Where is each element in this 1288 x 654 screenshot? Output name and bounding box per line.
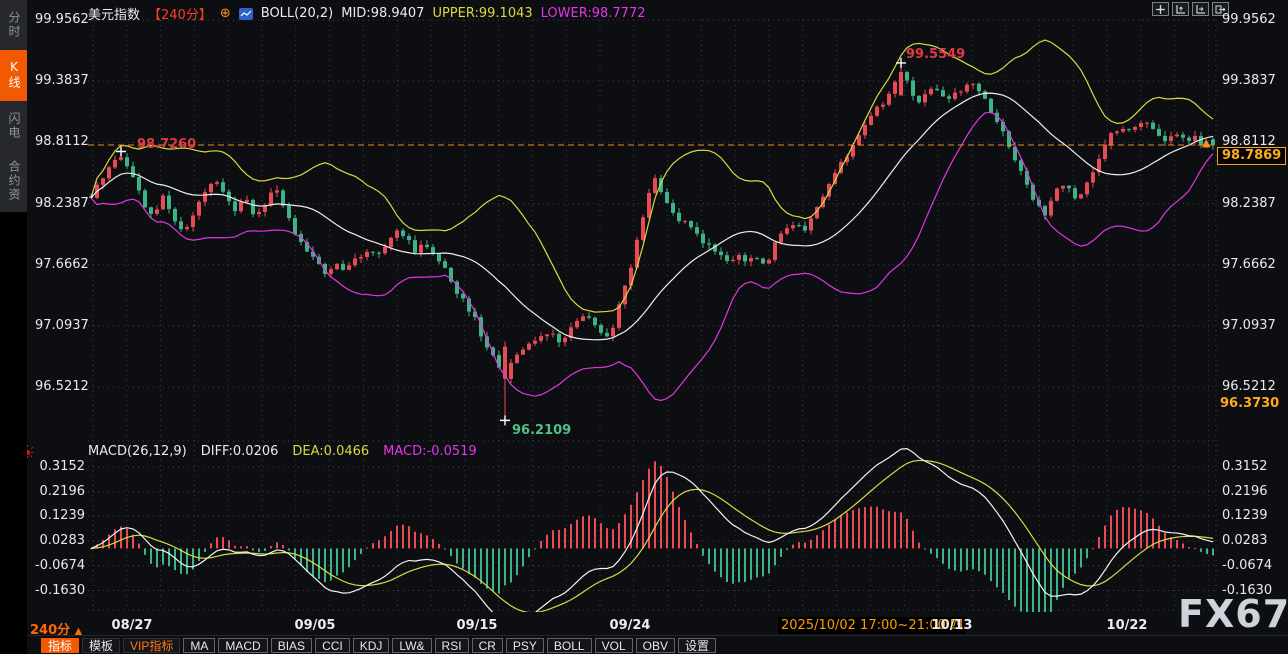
plus-circle-icon[interactable]: ⊕ bbox=[220, 6, 231, 21]
macd-y-axis-label-right: 0.0283 bbox=[1222, 533, 1268, 548]
main-y-axis-label-left: 96.5212 bbox=[35, 379, 85, 394]
sidebar-tabs: 分时图K线图闪电图合约资料 bbox=[0, 0, 27, 212]
marked-high-label: 98.7260 bbox=[137, 137, 196, 152]
toolbar-button-psy[interactable]: PSY bbox=[506, 638, 544, 653]
main-y-axis-label-left: 98.8112 bbox=[35, 134, 85, 149]
toolbar-button-vol[interactable]: VOL bbox=[595, 638, 633, 653]
sidebar-tab-3[interactable]: 闪电图 bbox=[0, 101, 27, 151]
boll-upper-value: UPPER:99.1043 bbox=[432, 6, 532, 21]
toolbar-button-设置[interactable]: 设置 bbox=[678, 638, 716, 653]
toolbar-button-bias[interactable]: BIAS bbox=[271, 638, 312, 653]
toolbar-button-指标[interactable]: 指标 bbox=[41, 638, 79, 653]
main-y-axis-label-left: 97.6662 bbox=[35, 257, 85, 272]
boll-label: BOLL(20,2) bbox=[261, 6, 334, 21]
macd-y-axis-label-left: -0.0674 bbox=[35, 558, 85, 573]
main-y-axis-label-left: 99.9562 bbox=[35, 12, 85, 27]
main-y-axis-label-right: 97.0937 bbox=[1222, 318, 1276, 333]
macd-diff-value: DIFF:0.0206 bbox=[201, 444, 279, 459]
macd-y-axis-label-left: 0.1239 bbox=[35, 508, 85, 523]
period-label: 【240分】 bbox=[148, 4, 212, 23]
site-watermark: FX678 bbox=[1178, 592, 1288, 636]
line-chart-icon[interactable] bbox=[239, 8, 253, 20]
boll-mid-value: MID:98.9407 bbox=[341, 6, 424, 21]
sidebar: 分时图K线图闪电图合约资料 bbox=[0, 0, 27, 654]
x-axis-date-label: 09/24 bbox=[610, 618, 651, 633]
sidebar-tab-1[interactable]: 分时图 bbox=[0, 0, 27, 50]
main-y-axis-label-left: 99.3837 bbox=[35, 73, 85, 88]
toolbar-button-obv[interactable]: OBV bbox=[636, 638, 675, 653]
scale-horizontal-icon[interactable] bbox=[1192, 2, 1209, 16]
x-axis-date-label: 08/27 bbox=[112, 618, 153, 633]
candlestick-chart-canvas[interactable] bbox=[0, 0, 1288, 654]
global-low-label: 96.2109 bbox=[512, 423, 571, 438]
chart-header: 美元指数 【240分】 ⊕ BOLL(20,2) MID:98.9407 UPP… bbox=[88, 4, 646, 23]
main-y-axis-label-right: 97.6662 bbox=[1222, 257, 1276, 272]
low-price-tag: 96.3730 bbox=[1220, 396, 1279, 411]
toolbar-button-boll[interactable]: BOLL bbox=[547, 638, 592, 653]
current-price-tag: 98.7869 bbox=[1217, 147, 1286, 165]
main-y-axis-label-left: 97.0937 bbox=[35, 318, 85, 333]
macd-y-axis-label-left: 0.0283 bbox=[35, 533, 85, 548]
symbol-name: 美元指数 bbox=[88, 4, 140, 23]
toolbar-button-ma[interactable]: MA bbox=[183, 638, 215, 653]
boll-lower-value: LOWER:98.7772 bbox=[541, 6, 646, 21]
main-y-axis-label-right: 98.2387 bbox=[1222, 196, 1276, 211]
toolbar-button-cci[interactable]: CCI bbox=[315, 638, 350, 653]
toolbar-button-模板[interactable]: 模板 bbox=[82, 638, 120, 653]
macd-y-axis-label-right: 0.3152 bbox=[1222, 459, 1268, 474]
x-axis-date-label: 09/15 bbox=[457, 618, 498, 633]
sidebar-tab-2[interactable]: K线图 bbox=[0, 50, 27, 101]
main-y-axis-label-right: 96.5212 bbox=[1222, 379, 1276, 394]
main-y-axis-label-right: 99.3837 bbox=[1222, 73, 1276, 88]
macd-y-axis-label-right: 0.2196 bbox=[1222, 484, 1268, 499]
toolbar-button-kdj[interactable]: KDJ bbox=[353, 638, 390, 653]
sidebar-tab-4[interactable]: 合约资料 bbox=[0, 151, 27, 212]
price-up-arrow-icon: ▲ bbox=[1202, 136, 1210, 149]
trading-app-window: 分时图K线图闪电图合约资料 美元指数 【240分】 ⊕ BOLL(20,2) M… bbox=[0, 0, 1288, 654]
scale-vertical-icon[interactable] bbox=[1172, 2, 1189, 16]
x-axis-date-label: 10/22 bbox=[1107, 618, 1148, 633]
main-y-axis-label-left: 98.2387 bbox=[35, 196, 85, 211]
toolbar-button-macd[interactable]: MACD bbox=[218, 638, 267, 653]
indicator-toolbar: 指标模板VIP指标MAMACD BIASCCIKDJLW&RSICRPSYBOLL… bbox=[27, 635, 1288, 654]
chart-tool-buttons bbox=[1152, 2, 1229, 16]
macd-y-axis-label-right: -0.0674 bbox=[1222, 558, 1272, 573]
toolbar-button-cr[interactable]: CR bbox=[472, 638, 503, 653]
toolbar-button-rsi[interactable]: RSI bbox=[435, 638, 469, 653]
x-axis-date-label: 10/13 bbox=[932, 618, 973, 633]
macd-header: MACD(26,12,9) DIFF:0.0206 DEA:0.0466 MAC… bbox=[88, 444, 477, 459]
macd-title: MACD(26,12,9) bbox=[88, 444, 187, 459]
macd-y-axis-label-left: 0.3152 bbox=[35, 459, 85, 474]
global-high-label: 99.5549 bbox=[906, 47, 965, 62]
x-axis-date-label: 09/05 bbox=[295, 618, 336, 633]
macd-y-axis-label-left: -0.1630 bbox=[35, 583, 85, 598]
toolbar-button-vip指标[interactable]: VIP指标 bbox=[123, 638, 180, 653]
toolbar-button-lw&[interactable]: LW& bbox=[392, 638, 431, 653]
macd-y-axis-label-right: 0.1239 bbox=[1222, 508, 1268, 523]
main-y-axis-label-right: 98.8112 bbox=[1222, 134, 1276, 149]
macd-dea-value: DEA:0.0466 bbox=[292, 444, 369, 459]
crosshair-icon[interactable] bbox=[1152, 2, 1169, 16]
macd-macd-value: MACD:-0.0519 bbox=[383, 444, 477, 459]
main-y-axis-label-right: 99.9562 bbox=[1222, 12, 1276, 27]
macd-y-axis-label-left: 0.2196 bbox=[35, 484, 85, 499]
